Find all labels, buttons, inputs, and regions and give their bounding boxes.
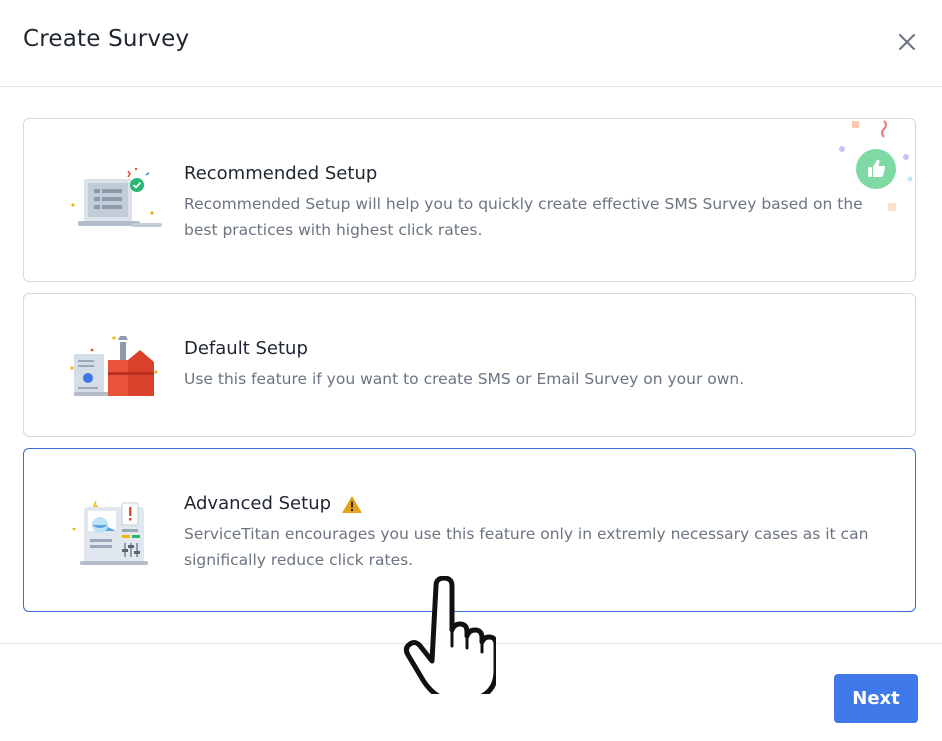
warning-icon xyxy=(342,495,363,513)
option-text: Advanced Setup ServiceTitan encourages y… xyxy=(184,493,875,573)
hand-pointer-cursor-icon xyxy=(403,576,496,694)
option-title: Default Setup xyxy=(184,338,308,359)
option-title: Advanced Setup xyxy=(184,493,332,514)
close-button[interactable] xyxy=(893,28,921,56)
dialog-title: Create Survey xyxy=(23,26,190,52)
toolbox-illustration xyxy=(70,336,158,396)
next-button[interactable]: Next xyxy=(834,674,918,723)
option-description: Recommended Setup will help you to quick… xyxy=(184,195,863,239)
option-text: Default Setup Use this feature if you wa… xyxy=(184,338,875,392)
option-card-default[interactable]: Default Setup Use this feature if you wa… xyxy=(23,293,916,437)
option-text: Recommended Setup Recommended Setup will… xyxy=(184,163,875,243)
dialog-header: Create Survey xyxy=(0,0,942,87)
option-title: Recommended Setup xyxy=(184,163,378,184)
close-icon xyxy=(899,34,915,50)
option-description: Use this feature if you want to create S… xyxy=(184,370,745,388)
option-description: ServiceTitan encourages you use this fea… xyxy=(184,525,869,569)
control-panel-illustration xyxy=(72,500,148,565)
option-title-row: Advanced Setup xyxy=(184,493,875,515)
laptop-checklist-illustration xyxy=(71,167,162,227)
option-card-recommended[interactable]: Recommended Setup Recommended Setup will… xyxy=(23,118,916,282)
